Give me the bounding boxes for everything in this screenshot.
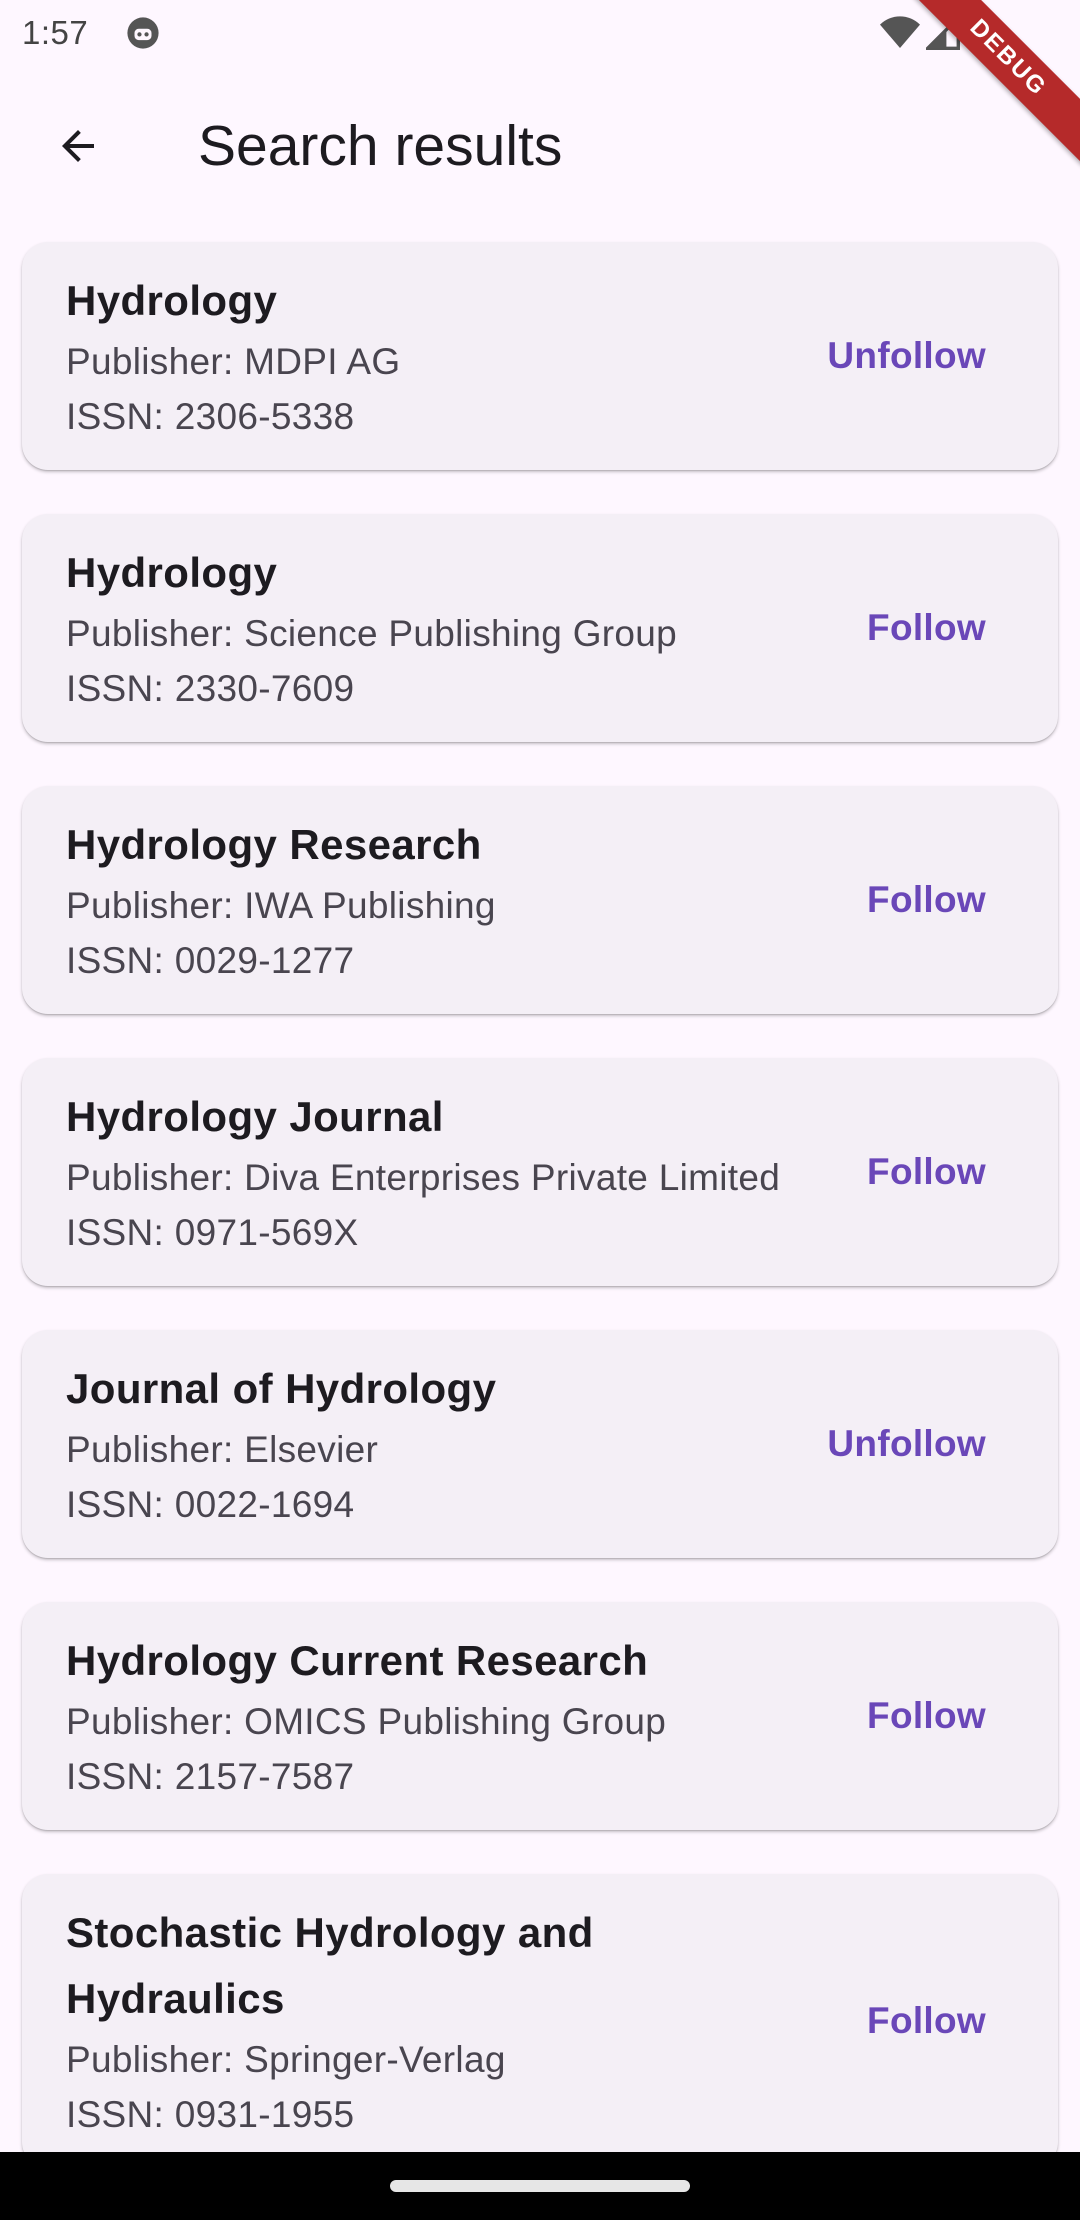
status-time: 1:57 (22, 14, 89, 51)
issn-text: ISSN: 0971-569X (66, 1212, 359, 1253)
follow-button[interactable]: Follow (843, 595, 1010, 661)
unfollow-button[interactable]: Unfollow (803, 1411, 1010, 1477)
issn-text: ISSN: 0931-1955 (66, 2094, 355, 2135)
card-info: Stochastic Hydrology and Hydraulics Publ… (66, 1900, 843, 2142)
card-info: Hydrology Publisher: Science Publishing … (66, 540, 843, 716)
publisher-text: Publisher: Diva Enterprises Private Limi… (66, 1157, 781, 1198)
issn-text: ISSN: 2306-5338 (66, 396, 355, 437)
journal-title: Hydrology Journal (66, 1093, 444, 1140)
publisher-text: Publisher: Science Publishing Group (66, 613, 678, 654)
journal-title: Hydrology Research (66, 821, 482, 868)
publisher-text: Publisher: MDPI AG (66, 341, 401, 382)
result-card: Hydrology Publisher: Science Publishing … (22, 514, 1058, 742)
follow-button[interactable]: Follow (843, 1139, 1010, 1205)
journal-title: Hydrology (66, 277, 278, 324)
issn-text: ISSN: 2330-7609 (66, 668, 355, 709)
arrow-back-icon (62, 130, 94, 162)
back-button[interactable] (38, 106, 118, 186)
unfollow-button[interactable]: Unfollow (803, 323, 1010, 389)
publisher-text: Publisher: Springer-Verlag (66, 2039, 506, 2080)
app-bar: Search results (0, 66, 1080, 216)
card-info: Hydrology Journal Publisher: Diva Enterp… (66, 1084, 843, 1260)
journal-title: Stochastic Hydrology and Hydraulics (66, 1909, 594, 2022)
issn-text: ISSN: 0029-1277 (66, 940, 355, 981)
result-card: Hydrology Publisher: MDPI AG ISSN: 2306-… (22, 242, 1058, 470)
card-info: Hydrology Research Publisher: IWA Publis… (66, 812, 843, 988)
follow-button[interactable]: Follow (843, 867, 1010, 933)
result-card: Hydrology Current Research Publisher: OM… (22, 1602, 1058, 1830)
publisher-text: Publisher: OMICS Publishing Group (66, 1701, 667, 1742)
robot-icon (127, 17, 159, 49)
follow-button[interactable]: Follow (843, 1988, 1010, 2054)
issn-text: ISSN: 2157-7587 (66, 1756, 355, 1797)
status-bar: 1:57 (0, 0, 1080, 66)
result-card: Stochastic Hydrology and Hydraulics Publ… (22, 1874, 1058, 2168)
result-card: Hydrology Research Publisher: IWA Publis… (22, 786, 1058, 1014)
follow-button[interactable]: Follow (843, 1683, 1010, 1749)
issn-text: ISSN: 0022-1694 (66, 1484, 355, 1525)
journal-title: Hydrology Current Research (66, 1637, 649, 1684)
result-card: Hydrology Journal Publisher: Diva Enterp… (22, 1058, 1058, 1286)
page-title: Search results (198, 114, 563, 178)
result-card: Journal of Hydrology Publisher: Elsevier… (22, 1330, 1058, 1558)
card-info: Hydrology Current Research Publisher: OM… (66, 1628, 843, 1804)
card-info: Hydrology Publisher: MDPI AG ISSN: 2306-… (66, 268, 803, 444)
publisher-text: Publisher: Elsevier (66, 1429, 379, 1470)
publisher-text: Publisher: IWA Publishing (66, 885, 496, 926)
journal-title: Journal of Hydrology (66, 1365, 497, 1412)
journal-title: Hydrology (66, 549, 278, 596)
card-info: Journal of Hydrology Publisher: Elsevier… (66, 1356, 803, 1532)
results-list: Hydrology Publisher: MDPI AG ISSN: 2306-… (22, 242, 1058, 2212)
wifi-icon (880, 16, 920, 48)
home-indicator[interactable] (390, 2180, 690, 2192)
system-nav-bar (0, 2152, 1080, 2220)
